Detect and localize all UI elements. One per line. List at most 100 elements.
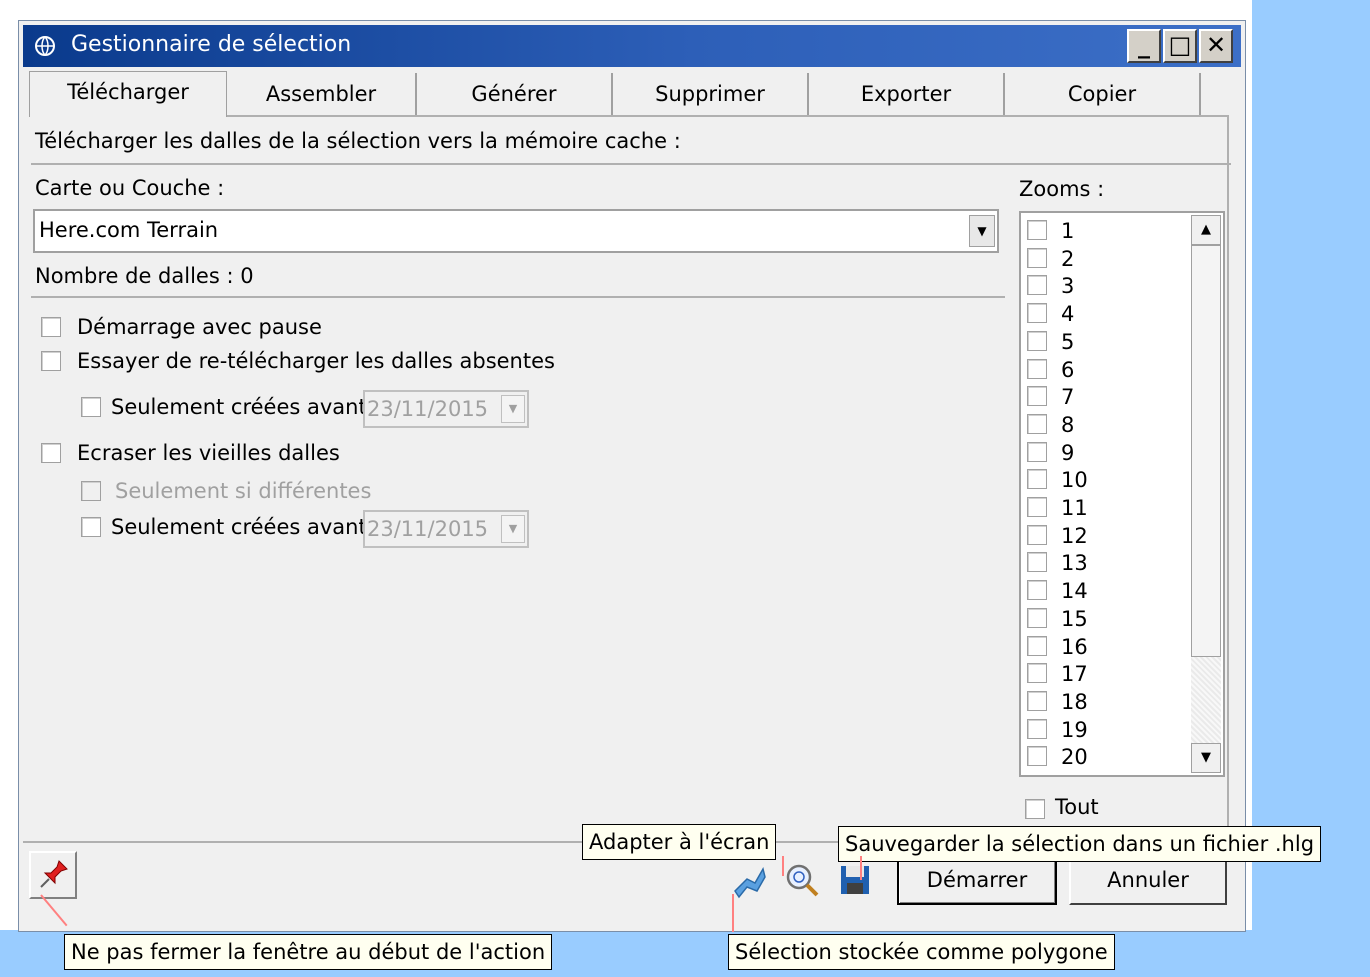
overwrite-only-before-checkbox[interactable] bbox=[81, 517, 101, 537]
tab-exporter[interactable]: Exporter bbox=[809, 73, 1005, 115]
fit-callout: Adapter à l'écran bbox=[582, 824, 777, 860]
save-callout: Sauvegarder la sélection dans un fichier… bbox=[838, 826, 1322, 862]
zoom-checkbox[interactable] bbox=[1027, 635, 1047, 656]
zoom-checkbox[interactable] bbox=[1027, 524, 1047, 545]
zoom-checkbox[interactable] bbox=[1027, 413, 1047, 434]
download-heading: Télécharger les dalles de la sélection v… bbox=[35, 129, 681, 153]
start-paused-label: Démarrage avec pause bbox=[77, 315, 322, 339]
zoom-label: 1 bbox=[1061, 219, 1075, 243]
zoom-checkbox[interactable] bbox=[1027, 607, 1047, 628]
zoom-checkbox[interactable] bbox=[1027, 718, 1047, 739]
zoom-label: 20 bbox=[1061, 745, 1088, 770]
zoom-checkbox[interactable] bbox=[1027, 220, 1047, 240]
zoom-checkbox[interactable] bbox=[1027, 497, 1047, 517]
retry-date-picker[interactable]: 23/11/2015 ▼ bbox=[363, 390, 529, 428]
floppy-disk-icon[interactable] bbox=[837, 861, 873, 899]
zoom-label: 4 bbox=[1061, 302, 1075, 327]
polygon-callout: Sélection stockée comme polygone bbox=[728, 934, 1115, 970]
zoom-label: 10 bbox=[1061, 468, 1088, 493]
zoom-checkbox[interactable] bbox=[1027, 247, 1047, 268]
zoom-label: 3 bbox=[1061, 274, 1075, 299]
zoom-label: 11 bbox=[1061, 496, 1088, 520]
zoom-label: 5 bbox=[1061, 329, 1075, 354]
selection-manager-window: Gestionnaire de sélection _ □ ✕ Téléchar… bbox=[18, 20, 1246, 932]
zoom-label: 18 bbox=[1061, 689, 1088, 714]
maximize-button[interactable]: □ bbox=[1163, 29, 1197, 63]
pushpin-icon bbox=[40, 860, 68, 888]
map-select[interactable]: Here.com Terrain ▼ bbox=[33, 209, 999, 253]
map-label: Carte ou Couche : bbox=[35, 176, 225, 200]
retry-only-before-checkbox[interactable] bbox=[81, 397, 101, 417]
cancel-button[interactable]: Annuler bbox=[1069, 855, 1227, 905]
zoom-label: 2 bbox=[1061, 246, 1075, 271]
overwrite-only-before-label: Seulement créées avant bbox=[111, 515, 367, 539]
tile-count: Nombre de dalles : 0 bbox=[35, 264, 254, 288]
zoom-label: 14 bbox=[1061, 579, 1088, 604]
chevron-down-icon[interactable]: ▼ bbox=[969, 215, 995, 247]
window-title: Gestionnaire de sélection bbox=[71, 32, 352, 57]
start-paused-checkbox[interactable] bbox=[41, 317, 61, 337]
zooms-label: Zooms : bbox=[1019, 177, 1105, 201]
chevron-down-icon[interactable]: ▼ bbox=[501, 515, 525, 543]
retry-date-value: 23/11/2015 bbox=[367, 397, 489, 421]
retry-only-before-label: Seulement créées avant bbox=[111, 395, 367, 419]
zoom-checkbox[interactable] bbox=[1027, 303, 1047, 324]
zoom-label: 15 bbox=[1061, 606, 1088, 631]
overwrite-date-picker[interactable]: 23/11/2015 ▼ bbox=[363, 510, 529, 548]
tab-copier[interactable]: Copier bbox=[1005, 73, 1201, 115]
zoom-label: 8 bbox=[1061, 412, 1075, 437]
scroll-up-icon[interactable]: ▲ bbox=[1191, 215, 1221, 245]
zooms-scrollbar[interactable]: ▲ ▼ bbox=[1191, 215, 1221, 773]
zoom-checkbox[interactable] bbox=[1027, 386, 1047, 407]
zoom-checkbox[interactable] bbox=[1027, 469, 1047, 490]
tab-telecharger[interactable]: Télécharger bbox=[29, 71, 227, 117]
zoom-label: 7 bbox=[1061, 385, 1075, 410]
options-divider bbox=[31, 296, 1005, 298]
overwrite-only-different-label: Seulement si différentes bbox=[115, 479, 372, 503]
heading-divider bbox=[31, 163, 1231, 165]
zoom-checkbox[interactable] bbox=[1027, 441, 1047, 462]
scroll-down-icon[interactable]: ▼ bbox=[1191, 743, 1221, 773]
zoom-checkbox[interactable] bbox=[1027, 330, 1047, 351]
map-select-value: Here.com Terrain bbox=[39, 218, 219, 242]
start-button[interactable]: Démarrer bbox=[897, 855, 1057, 905]
scroll-thumb[interactable] bbox=[1191, 245, 1221, 657]
tab-supprimer[interactable]: Supprimer bbox=[613, 73, 809, 115]
zoom-checkbox[interactable] bbox=[1027, 552, 1047, 573]
zoom-label: 16 bbox=[1061, 634, 1088, 659]
overwrite-old-checkbox[interactable] bbox=[41, 443, 61, 463]
polygon-callout-leader bbox=[732, 894, 734, 932]
zooms-list[interactable]: 1 2 3 4 5 6 7 8 9 10 11 12 13 14 15 16 17 18 19 20 ▲ ▼ bbox=[1019, 211, 1225, 777]
zoom-checkbox[interactable] bbox=[1027, 358, 1047, 379]
zoom-label: 13 bbox=[1061, 551, 1088, 576]
zoom-fit-icon[interactable] bbox=[783, 861, 823, 899]
retry-missing-label: Essayer de re-télécharger les dalles abs… bbox=[77, 349, 555, 373]
zoom-label: 12 bbox=[1061, 523, 1088, 548]
chevron-down-icon[interactable]: ▼ bbox=[501, 395, 525, 423]
save-callout-leader bbox=[860, 856, 862, 880]
zoom-checkbox[interactable] bbox=[1027, 690, 1047, 711]
tab-panel-right-border bbox=[1227, 115, 1229, 843]
polygon-icon[interactable] bbox=[729, 861, 769, 899]
zoom-all-checkbox[interactable] bbox=[1025, 799, 1045, 819]
title-bar[interactable]: Gestionnaire de sélection _ □ ✕ bbox=[23, 25, 1241, 67]
pin-callout: Ne pas fermer la fenêtre au début de l'a… bbox=[64, 934, 553, 970]
close-button[interactable]: ✕ bbox=[1199, 29, 1233, 63]
zoom-label: 17 bbox=[1061, 662, 1088, 687]
zoom-checkbox[interactable] bbox=[1027, 580, 1047, 601]
zoom-label: 6 bbox=[1061, 357, 1075, 382]
zoom-checkbox[interactable] bbox=[1027, 275, 1047, 296]
zoom-checkbox[interactable] bbox=[1027, 663, 1047, 684]
overwrite-old-label: Ecraser les vieilles dalles bbox=[77, 441, 340, 465]
fit-callout-leader bbox=[782, 856, 784, 876]
tab-generer[interactable]: Générer bbox=[417, 73, 613, 115]
app-globe-icon bbox=[33, 34, 57, 58]
pin-button[interactable] bbox=[29, 851, 77, 899]
zoom-all-label: Tout bbox=[1055, 795, 1099, 819]
tab-assembler[interactable]: Assembler bbox=[227, 73, 417, 115]
retry-missing-checkbox[interactable] bbox=[41, 351, 61, 371]
overwrite-only-different-checkbox[interactable] bbox=[81, 481, 101, 501]
tab-panel-top-border bbox=[227, 115, 1227, 117]
zoom-checkbox[interactable] bbox=[1027, 746, 1047, 767]
minimize-button[interactable]: _ bbox=[1127, 29, 1161, 63]
